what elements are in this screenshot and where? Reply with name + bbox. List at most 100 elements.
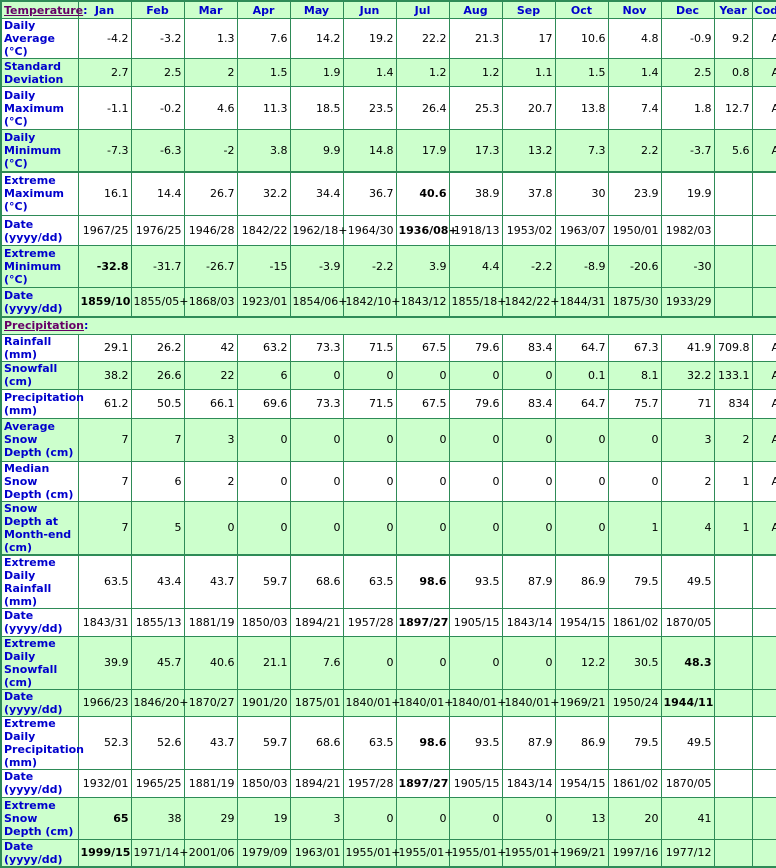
row-label: Rainfall (mm) bbox=[0, 333, 79, 362]
table-row: Extreme Daily Snowfall (cm) 39.9 45.7 40.6 2… bbox=[0, 635, 776, 690]
value-cell: 1950/01 bbox=[607, 215, 662, 246]
value-cell: 1905/15 bbox=[448, 768, 503, 798]
month-header: Apr bbox=[236, 0, 291, 19]
value-cell: 1861/02 bbox=[607, 768, 662, 798]
value-cell: 41.9 bbox=[660, 333, 715, 362]
value-cell: 13.8 bbox=[554, 86, 609, 130]
value-cell: 1881/19 bbox=[183, 607, 238, 637]
value-cell: 43.7 bbox=[183, 553, 238, 609]
value-cell: 0 bbox=[289, 500, 344, 555]
value-cell: 38.9 bbox=[448, 170, 503, 216]
value-cell: 1859/10 bbox=[77, 287, 132, 317]
year-cell: 9.2 bbox=[713, 18, 753, 59]
value-cell: 59.7 bbox=[236, 715, 291, 770]
value-cell: 1977/12 bbox=[660, 838, 715, 868]
value-cell: 1.1 bbox=[501, 58, 556, 87]
climate-table: Temperature: Jan Feb Mar Apr May Jun Jul… bbox=[0, 0, 776, 868]
value-cell: 0 bbox=[607, 460, 662, 502]
table-row: Date (yyyy/dd) 1859/10 1855/05+ 1868/03 1923… bbox=[0, 287, 776, 317]
value-cell: 48.3 bbox=[660, 635, 715, 690]
precipitation-link[interactable]: Precipitation bbox=[4, 319, 84, 332]
value-cell: 64.7 bbox=[554, 333, 609, 362]
value-cell: 1957/28 bbox=[342, 768, 397, 798]
value-cell: 73.3 bbox=[289, 388, 344, 419]
value-cell: 86.9 bbox=[554, 715, 609, 770]
value-cell: -8.9 bbox=[554, 245, 609, 288]
value-cell: 1999/15 bbox=[77, 838, 132, 868]
value-cell: 3 bbox=[183, 417, 238, 462]
table-row: Snowfall (cm) 38.2 26.6 22 6 0 0 0 0 0 0.1 8.1 32.2 1… bbox=[0, 360, 776, 390]
value-cell: 41 bbox=[660, 796, 715, 840]
value-cell: 3.9 bbox=[395, 245, 450, 288]
value-cell: -4.2 bbox=[77, 18, 132, 59]
year-header: Year bbox=[713, 0, 753, 19]
temperature-link[interactable]: Temperature bbox=[4, 4, 83, 17]
code-cell bbox=[751, 715, 776, 770]
value-cell: 7 bbox=[77, 417, 132, 462]
row-label: Extreme Minimum (°C) bbox=[0, 245, 79, 288]
value-cell: 1967/25 bbox=[77, 215, 132, 246]
table-row: Extreme Snow Depth (cm) 65 38 29 19 3 0 0 0 0 13 20… bbox=[0, 796, 776, 840]
value-cell: 79.6 bbox=[448, 388, 503, 419]
value-cell: 2 bbox=[183, 58, 238, 87]
precipitation-header-cell: Precipitation: bbox=[0, 315, 776, 335]
row-label: Date (yyyy/dd) bbox=[0, 215, 79, 246]
precipitation-section: Rainfall (mm) 29.1 26.2 42 63.2 73.3 71.5 67.5 7… bbox=[0, 333, 776, 868]
value-cell: -32.8 bbox=[77, 245, 132, 288]
value-cell: 1965/25 bbox=[130, 768, 185, 798]
value-cell: 1855/13 bbox=[130, 607, 185, 637]
value-cell: 40.6 bbox=[183, 635, 238, 690]
code-cell bbox=[751, 635, 776, 690]
value-cell: 1955/01+ bbox=[448, 838, 506, 868]
code-cell bbox=[751, 245, 776, 288]
table-row: Date (yyyy/dd) 1999/15 1971/14+ 2001/06 1979… bbox=[0, 838, 776, 868]
value-cell: 0 bbox=[395, 500, 450, 555]
value-cell: 0 bbox=[289, 417, 344, 462]
value-cell: 1933/29 bbox=[660, 287, 715, 317]
value-cell: 1.9 bbox=[289, 58, 344, 87]
code-cell bbox=[751, 170, 776, 216]
value-cell: 1.2 bbox=[448, 58, 503, 87]
value-cell: -3.9 bbox=[289, 245, 344, 288]
row-label: Precipitation (mm) bbox=[0, 388, 84, 419]
table-row: Daily Minimum (°C) -7.3 -6.3 -2 3.8 9.9 14.8 17… bbox=[0, 129, 776, 172]
value-cell: -20.6 bbox=[607, 245, 662, 288]
value-cell: -7.3 bbox=[77, 129, 132, 172]
value-cell: 2.2 bbox=[607, 129, 662, 172]
value-cell: 71 bbox=[660, 388, 715, 419]
value-cell: 4.6 bbox=[183, 86, 238, 130]
value-cell: 0 bbox=[554, 500, 609, 555]
value-cell: -0.2 bbox=[130, 86, 185, 130]
value-cell: 17 bbox=[501, 18, 556, 59]
value-cell: 2.5 bbox=[130, 58, 185, 87]
year-cell: 2 bbox=[713, 417, 753, 462]
value-cell: 25.3 bbox=[448, 86, 503, 130]
value-cell: 63.5 bbox=[77, 553, 132, 609]
value-cell: 21.1 bbox=[236, 635, 291, 690]
value-cell: 1855/18+ bbox=[448, 287, 506, 317]
code-cell: A bbox=[751, 58, 776, 87]
value-cell: 1918/13 bbox=[448, 215, 503, 246]
value-cell: 1.8 bbox=[660, 86, 715, 130]
code-cell bbox=[751, 287, 776, 317]
value-cell: 43.7 bbox=[183, 715, 238, 770]
year-cell bbox=[713, 553, 753, 609]
table-row: Extreme Maximum (°C) 16.1 14.4 26.7 32.2 34.4… bbox=[0, 170, 776, 216]
table-row: Precipitation (mm) 61.2 50.5 66.1 69.6 73.3 71… bbox=[0, 388, 776, 419]
value-cell: 1868/03 bbox=[183, 287, 238, 317]
value-cell: 0 bbox=[448, 360, 503, 390]
value-cell: 1.4 bbox=[607, 58, 662, 87]
year-cell bbox=[713, 215, 753, 246]
value-cell: 26.2 bbox=[130, 333, 185, 362]
value-cell: 13.2 bbox=[501, 129, 556, 172]
value-cell: 75.7 bbox=[607, 388, 662, 419]
code-cell bbox=[751, 688, 776, 717]
row-label: Date (yyyy/dd) bbox=[0, 838, 79, 868]
code-cell bbox=[751, 607, 776, 637]
value-cell: 0 bbox=[501, 500, 556, 555]
value-cell: 0 bbox=[183, 500, 238, 555]
value-cell: 6 bbox=[236, 360, 291, 390]
value-cell: 1870/05 bbox=[660, 607, 715, 637]
value-cell: 65 bbox=[77, 796, 132, 840]
row-label: Date (yyyy/dd) bbox=[0, 607, 79, 637]
